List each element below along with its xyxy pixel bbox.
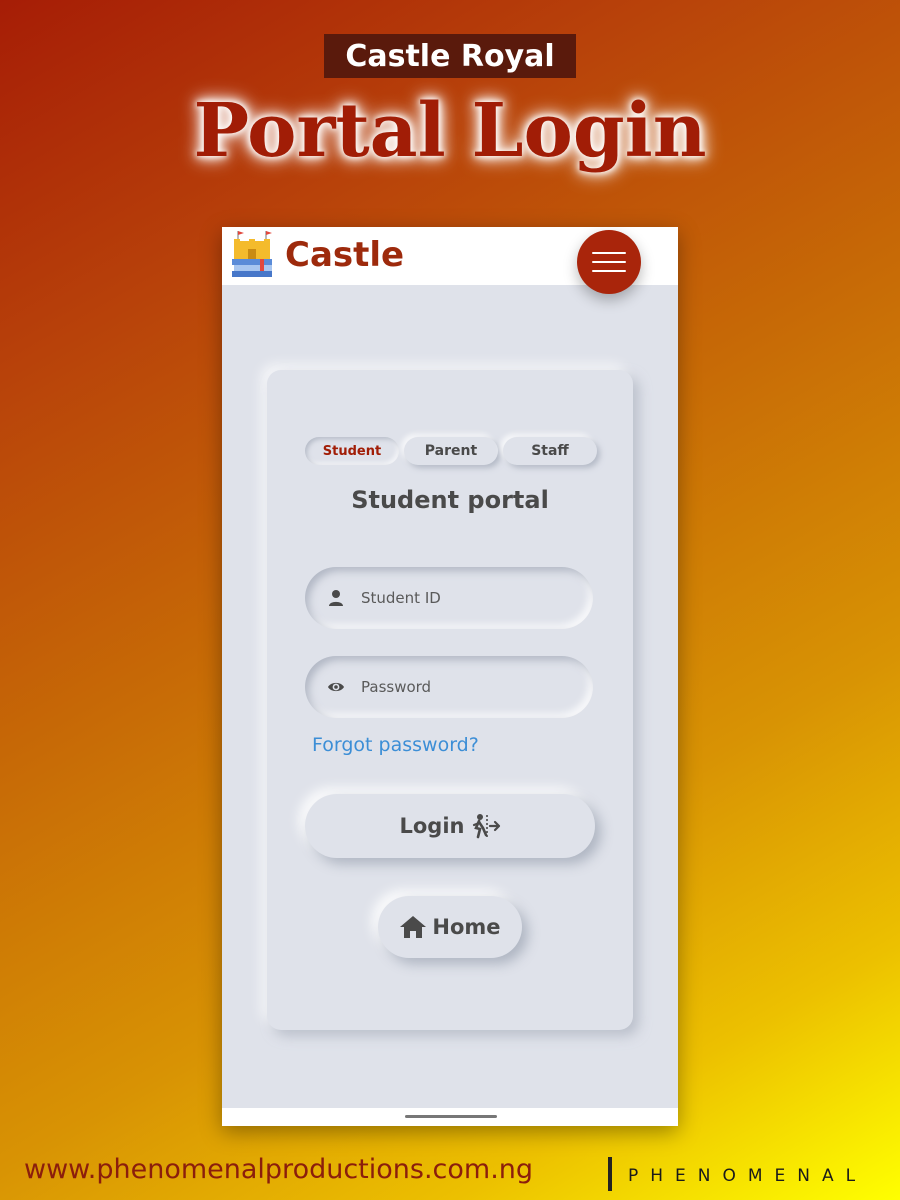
home-button[interactable]: Home (378, 896, 522, 958)
password-input[interactable] (361, 670, 571, 704)
forgot-password-link[interactable]: Forgot password? (312, 734, 479, 756)
login-card: Student Parent Staff Student portal Forg… (267, 370, 633, 1030)
footer-divider (608, 1157, 612, 1191)
hamburger-menu-icon (592, 261, 626, 263)
tab-parent[interactable]: Parent (404, 437, 498, 465)
hamburger-menu-icon (592, 252, 626, 254)
user-icon (329, 590, 343, 606)
student-id-input[interactable] (361, 581, 571, 615)
system-nav-bar (222, 1108, 678, 1126)
app-brand: Castle (285, 235, 405, 275)
hamburger-menu-icon (592, 270, 626, 272)
eye-icon[interactable] (327, 678, 345, 696)
poster-headline: Portal Login (193, 88, 707, 174)
tab-staff[interactable]: Staff (503, 437, 597, 465)
footer-url: www.phenomenalproductions.com.ng (24, 1154, 534, 1185)
footer-brand: PHENOMENAL (628, 1166, 868, 1186)
tab-student[interactable]: Student (305, 437, 399, 465)
nav-handle[interactable] (405, 1115, 497, 1118)
phone-screen: Castle Student Parent Staff Student port… (222, 227, 678, 1126)
login-button-label: Login (399, 814, 465, 838)
student-id-field[interactable] (305, 567, 593, 629)
person-exit-icon (472, 814, 500, 839)
home-button-label: Home (432, 915, 501, 939)
password-field[interactable] (305, 656, 593, 718)
login-button[interactable]: Login (305, 794, 595, 858)
poster-top-label: Castle Royal (324, 34, 576, 78)
home-icon (400, 916, 427, 938)
menu-button[interactable] (577, 230, 641, 294)
portal-tabs: Student Parent Staff (305, 437, 597, 467)
portal-title: Student portal (351, 486, 549, 514)
castle-books-icon (232, 231, 272, 277)
